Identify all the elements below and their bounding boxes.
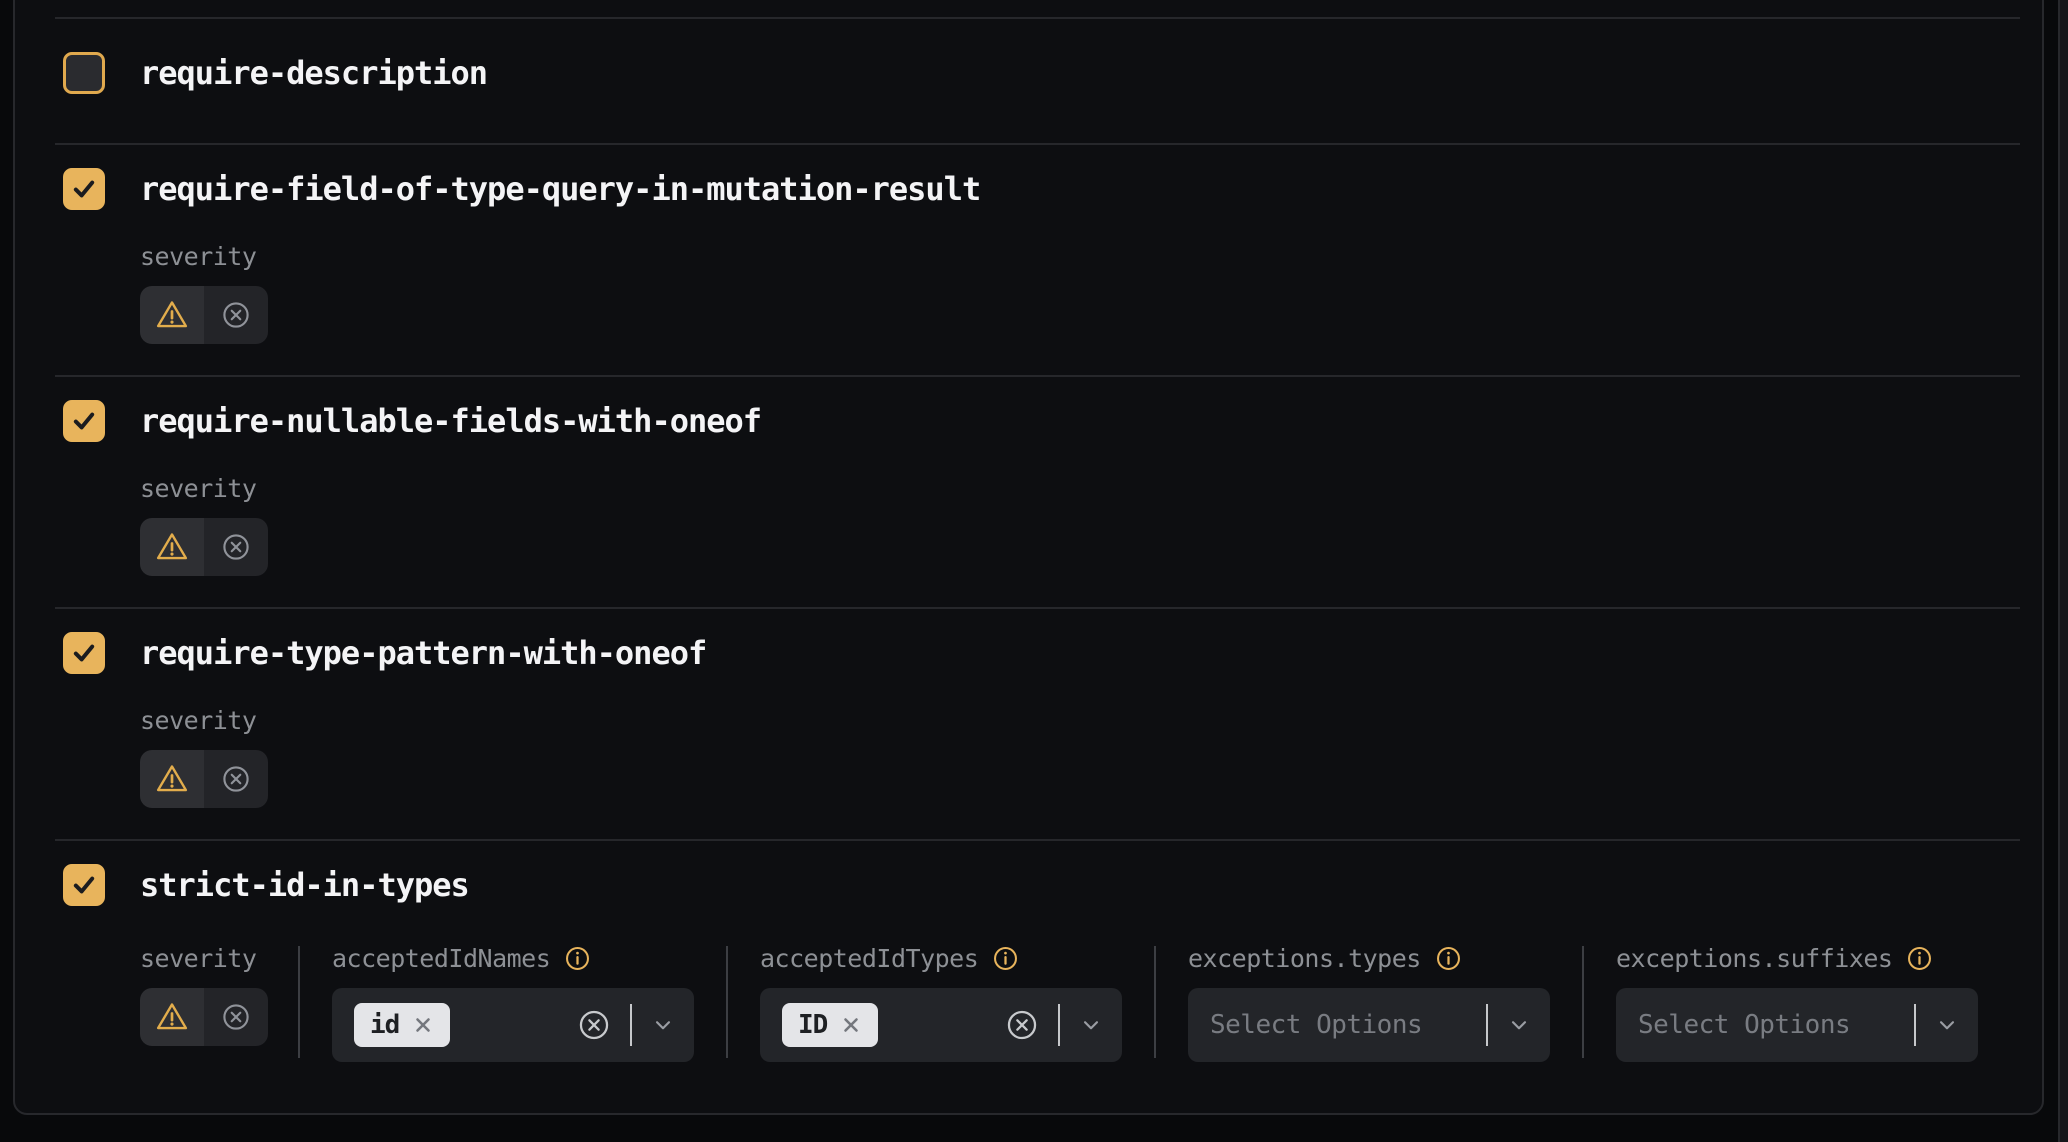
- option-column-exceptions-suffixes: exceptions.suffixes Select Options: [1616, 942, 1978, 1062]
- option-label: exceptions.types: [1188, 944, 1421, 973]
- check-icon: [70, 407, 98, 435]
- chip-label: ID: [798, 1010, 827, 1040]
- multiselect-placeholder: Select Options: [1210, 1010, 1422, 1040]
- rule-name: require-description: [140, 54, 487, 92]
- rule-row-require-nullable-fields-with-oneof: require-nullable-fields-with-oneof sever…: [15, 377, 2042, 607]
- severity-warn-button[interactable]: [140, 988, 204, 1046]
- scrollbar[interactable]: [2058, 0, 2068, 1142]
- rules-config-panel: require-description require-field-of-typ…: [13, 0, 2044, 1115]
- chevron-down-icon[interactable]: [650, 1012, 676, 1038]
- remove-chip-icon[interactable]: [840, 1014, 862, 1036]
- severity-off-button[interactable]: [204, 518, 268, 576]
- column-divider: [298, 946, 300, 1058]
- multiselect-exceptions-suffixes[interactable]: Select Options: [1616, 988, 1978, 1062]
- warning-icon: [155, 762, 189, 796]
- rule-name: strict-id-in-types: [140, 866, 469, 904]
- option-column-acceptedIdNames: acceptedIdNames id: [332, 942, 694, 1062]
- check-icon: [70, 639, 98, 667]
- rule-checkbox[interactable]: [63, 168, 105, 210]
- severity-toggle: [140, 518, 268, 576]
- remove-chip-icon[interactable]: [412, 1014, 434, 1036]
- option-label: acceptedIdNames: [332, 944, 550, 973]
- severity-warn-button[interactable]: [140, 286, 204, 344]
- severity-column: severity: [140, 942, 266, 1046]
- option-column-acceptedIdTypes: acceptedIdTypes ID: [760, 942, 1122, 1062]
- multiselect-exceptions-types[interactable]: Select Options: [1188, 988, 1550, 1062]
- check-icon: [70, 871, 98, 899]
- multiselect-separator: [1486, 1004, 1488, 1046]
- info-icon[interactable]: [992, 945, 1019, 972]
- option-label: exceptions.suffixes: [1616, 944, 1892, 973]
- info-icon[interactable]: [564, 945, 591, 972]
- rule-options-row: severity: [140, 942, 2018, 1062]
- multiselect-separator: [1914, 1004, 1916, 1046]
- rule-checkbox[interactable]: [63, 400, 105, 442]
- rule-name: require-type-pattern-with-oneof: [140, 634, 706, 672]
- multiselect-placeholder: Select Options: [1638, 1010, 1850, 1040]
- info-icon[interactable]: [1435, 945, 1462, 972]
- selected-option-chip: id: [354, 1003, 450, 1047]
- option-label: acceptedIdTypes: [760, 944, 978, 973]
- clear-selection-icon[interactable]: [1004, 1007, 1040, 1043]
- severity-off-button[interactable]: [204, 286, 268, 344]
- column-divider: [1582, 946, 1584, 1058]
- warning-icon: [155, 530, 189, 564]
- warning-icon: [155, 298, 189, 332]
- multiselect-acceptedIdNames[interactable]: id: [332, 988, 694, 1062]
- rule-checkbox[interactable]: [63, 632, 105, 674]
- severity-off-button[interactable]: [204, 750, 268, 808]
- severity-warn-button[interactable]: [140, 518, 204, 576]
- severity-toggle: [140, 286, 268, 344]
- rule-row-require-field-of-type-query-in-mutation-result: require-field-of-type-query-in-mutation-…: [15, 145, 2042, 375]
- column-divider: [1154, 946, 1156, 1058]
- severity-off-icon: [220, 531, 252, 563]
- severity-label: severity: [140, 474, 256, 503]
- severity-toggle: [140, 750, 268, 808]
- chevron-down-icon[interactable]: [1506, 1012, 1532, 1038]
- chevron-down-icon[interactable]: [1934, 1012, 1960, 1038]
- multiselect-acceptedIdTypes[interactable]: ID: [760, 988, 1122, 1062]
- multiselect-separator: [630, 1004, 632, 1046]
- check-icon: [70, 175, 98, 203]
- severity-off-button[interactable]: [204, 988, 268, 1046]
- info-icon[interactable]: [1906, 945, 1933, 972]
- column-divider: [726, 946, 728, 1058]
- chip-label: id: [370, 1010, 399, 1040]
- rule-checkbox[interactable]: [63, 864, 105, 906]
- severity-off-icon: [220, 1001, 252, 1033]
- severity-toggle: [140, 988, 268, 1046]
- severity-warn-button[interactable]: [140, 750, 204, 808]
- chevron-down-icon[interactable]: [1078, 1012, 1104, 1038]
- selected-option-chip: ID: [782, 1003, 878, 1047]
- panel-top-spacer: [15, 0, 2042, 17]
- clear-selection-icon[interactable]: [576, 1007, 612, 1043]
- multiselect-separator: [1058, 1004, 1060, 1046]
- severity-label: severity: [140, 242, 256, 271]
- rule-row-require-description: require-description: [15, 19, 2042, 143]
- rule-checkbox[interactable]: [63, 52, 105, 94]
- severity-off-icon: [220, 299, 252, 331]
- rule-name: require-nullable-fields-with-oneof: [140, 402, 761, 440]
- severity-label: severity: [140, 706, 256, 735]
- warning-icon: [155, 1000, 189, 1034]
- option-column-exceptions-types: exceptions.types Select Options: [1188, 942, 1550, 1062]
- severity-off-icon: [220, 763, 252, 795]
- rule-row-require-type-pattern-with-oneof: require-type-pattern-with-oneof severity: [15, 609, 2042, 839]
- rule-name: require-field-of-type-query-in-mutation-…: [140, 170, 980, 208]
- severity-label: severity: [140, 944, 256, 973]
- rule-row-strict-id-in-types: strict-id-in-types severity: [15, 841, 2042, 1113]
